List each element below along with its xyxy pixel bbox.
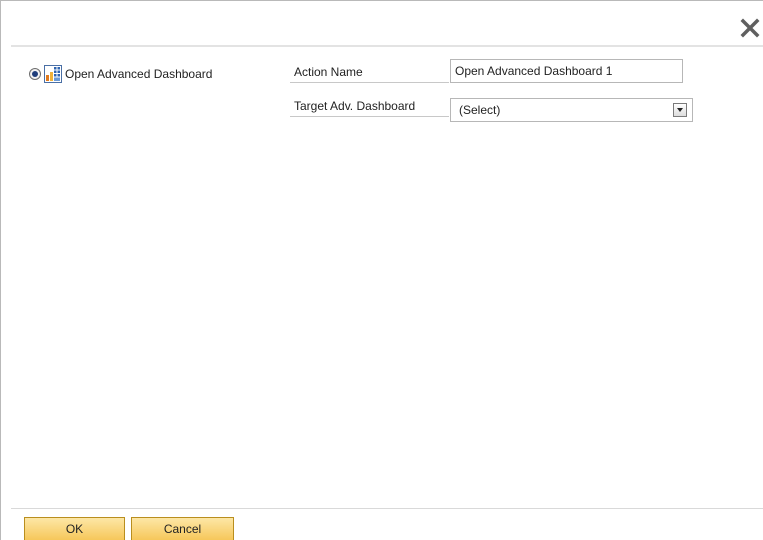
chevron-down-icon[interactable] bbox=[673, 103, 687, 117]
dashboard-icon bbox=[44, 65, 62, 83]
action-name-input[interactable] bbox=[450, 59, 683, 83]
target-dashboard-value: (Select) bbox=[459, 103, 501, 117]
target-dashboard-select[interactable]: (Select) bbox=[450, 98, 693, 122]
option-open-advanced-dashboard[interactable]: Open Advanced Dashboard bbox=[29, 65, 212, 83]
close-icon[interactable] bbox=[739, 17, 761, 39]
target-dashboard-label: Target Adv. Dashboard bbox=[290, 97, 449, 117]
cancel-button[interactable]: Cancel bbox=[131, 517, 234, 540]
ok-button[interactable]: OK bbox=[24, 517, 125, 540]
action-name-label: Action Name bbox=[290, 63, 449, 83]
option-label: Open Advanced Dashboard bbox=[65, 67, 213, 81]
header-divider bbox=[11, 45, 763, 47]
footer-divider bbox=[11, 508, 763, 509]
action-dialog: Open Advanced Dashboard Action Name Targ… bbox=[0, 0, 763, 540]
option-radio[interactable] bbox=[29, 68, 41, 80]
